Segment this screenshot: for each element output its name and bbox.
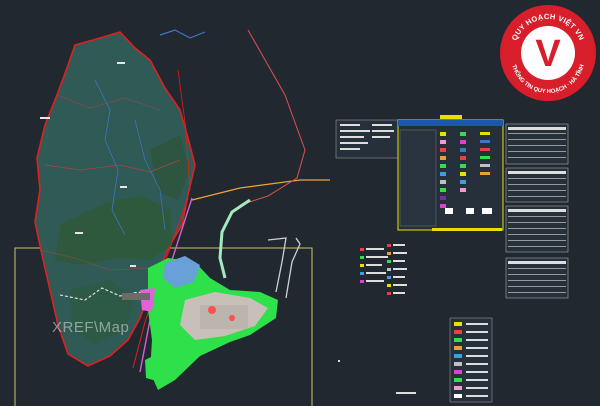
legend-panel	[335, 119, 399, 159]
map-label	[130, 265, 136, 267]
bypass-road	[218, 198, 251, 279]
logo-letter: V	[535, 33, 561, 75]
map-label	[40, 117, 50, 119]
river	[159, 29, 206, 39]
urban-zone	[122, 293, 150, 300]
map-label	[117, 62, 125, 64]
legend-panel	[505, 257, 569, 299]
legend-panel	[449, 317, 493, 403]
cad-viewport[interactable]: XREF\Map QUY HOẠCH VIỆT VN THÔNG TIN QUY…	[0, 0, 600, 406]
legend-panel	[360, 244, 407, 295]
urban-core	[200, 305, 248, 329]
legend-panel	[397, 115, 504, 231]
map-label	[396, 392, 416, 394]
urban-marker	[208, 306, 216, 314]
national-road	[191, 179, 330, 201]
watermark-logo: QUY HOẠCH VIỆT VN THÔNG TIN QUY HOẠCH · …	[500, 5, 596, 101]
map-label	[75, 232, 83, 234]
map-label	[120, 186, 127, 188]
urban-marker	[229, 315, 235, 321]
xref-label: XREF\Map	[52, 319, 130, 336]
connector-road	[267, 237, 287, 293]
legend-panel	[505, 123, 569, 253]
connector-road	[285, 237, 301, 299]
map-label	[338, 360, 340, 362]
ring-road	[239, 29, 306, 206]
